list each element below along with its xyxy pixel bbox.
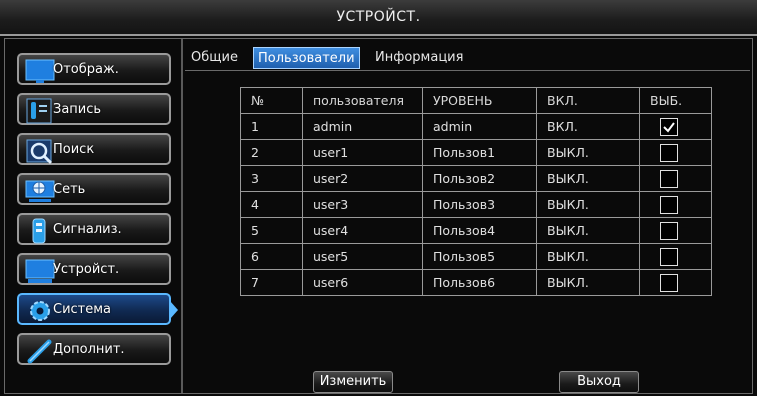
tools-icon — [27, 339, 52, 364]
cell-number: 4 — [240, 191, 303, 218]
column-header-select: ВЫБ. — [639, 87, 712, 114]
edit-button[interactable]: Изменить — [313, 371, 393, 393]
cell-username: user2 — [302, 165, 423, 192]
sidebar-item-label: Поиск — [53, 142, 95, 157]
cell-username: admin — [302, 113, 423, 140]
cell-number: 1 — [240, 113, 303, 140]
cell-state: ВЫКЛ. — [536, 217, 640, 244]
cell-level: Пользов5 — [422, 243, 537, 270]
record-icon — [26, 98, 52, 124]
sidebar-item-label: Дополнит. — [53, 342, 125, 357]
cell-state: ВЫКЛ. — [536, 165, 640, 192]
table-row[interactable]: 3 user2 Пользов2 ВЫКЛ. — [240, 165, 712, 192]
cell-number: 6 — [240, 243, 303, 270]
device-icon — [25, 259, 55, 283]
sidebar-item-advanced[interactable]: Дополнит. — [17, 333, 171, 365]
cell-state: ВКЛ. — [536, 113, 640, 140]
sidebar-item-record[interactable]: Запись — [17, 93, 171, 125]
sidebar-item-label: Отображ. — [53, 62, 119, 77]
sidebar-item-alarm[interactable]: Сигнализ. — [17, 213, 171, 245]
cell-level: Пользов2 — [422, 165, 537, 192]
sidebar-item-label: Запись — [53, 102, 102, 117]
alarm-icon — [32, 218, 46, 244]
table-row[interactable]: 5 user4 Пользов4 ВЫКЛ. — [240, 217, 712, 244]
tab-general[interactable]: Общие — [187, 47, 242, 69]
sidebar-item-search[interactable]: Поиск — [17, 133, 171, 165]
cell-username: user1 — [302, 139, 423, 166]
select-checkbox[interactable] — [660, 221, 678, 240]
users-panel: Общие Пользователи Информация № пользова… — [185, 39, 752, 393]
cell-select — [639, 243, 712, 270]
cell-username: user3 — [302, 191, 423, 218]
sidebar-item-label: Система — [53, 302, 112, 317]
table-header-row: № пользователя УРОВЕНЬ ВКЛ. ВЫБ. — [240, 87, 712, 114]
cell-level: Пользов1 — [422, 139, 537, 166]
cell-number: 2 — [240, 139, 303, 166]
table-row[interactable]: 6 user5 Пользов5 ВЫКЛ. — [240, 243, 712, 270]
sidebar: Отображ. Запись Поиск Сеть Сигнализ. Уст… — [5, 39, 181, 393]
table-row[interactable]: 7 user6 Пользов6 ВЫКЛ. — [240, 269, 712, 296]
select-checkbox[interactable] — [660, 143, 678, 162]
cell-select — [639, 217, 712, 244]
tab-divider — [185, 70, 750, 71]
cell-username: user4 — [302, 217, 423, 244]
select-checkbox[interactable] — [660, 195, 678, 214]
cell-number: 3 — [240, 165, 303, 192]
cell-username: user5 — [302, 243, 423, 270]
cell-level: Пользов4 — [422, 217, 537, 244]
monitor-icon — [25, 59, 55, 83]
cell-number: 7 — [240, 269, 303, 296]
select-checkbox[interactable] — [660, 169, 678, 188]
cell-state: ВЫКЛ. — [536, 243, 640, 270]
select-checkbox[interactable] — [660, 247, 678, 266]
checkmark-icon — [663, 121, 675, 133]
sidebar-item-system[interactable]: Система — [17, 293, 178, 325]
table-row[interactable]: 1 admin admin ВКЛ. — [240, 113, 712, 140]
sidebar-item-network[interactable]: Сеть — [17, 173, 171, 205]
column-header-number: № — [240, 87, 303, 114]
sidebar-item-label: Сигнализ. — [53, 222, 122, 237]
cell-state: ВЫКЛ. — [536, 191, 640, 218]
sidebar-item-display[interactable]: Отображ. — [17, 53, 171, 85]
table-row[interactable]: 4 user3 Пользов3 ВЫКЛ. — [240, 191, 712, 218]
users-table: № пользователя УРОВЕНЬ ВКЛ. ВЫБ. 1 admin a… — [240, 87, 712, 296]
window-title: УСТРОЙСТ. — [0, 0, 757, 36]
cell-state: ВЫКЛ. — [536, 269, 640, 296]
cell-level: Пользов3 — [422, 191, 537, 218]
select-checkbox[interactable] — [660, 117, 678, 136]
select-checkbox[interactable] — [660, 273, 678, 292]
cell-select — [639, 113, 712, 140]
cell-select — [639, 191, 712, 218]
tab-information[interactable]: Информация — [371, 47, 467, 69]
network-icon — [25, 180, 55, 202]
tab-users[interactable]: Пользователи — [253, 47, 360, 69]
exit-button[interactable]: Выход — [559, 371, 639, 393]
gear-icon — [30, 301, 50, 321]
sidebar-item-device[interactable]: Устройст. — [17, 253, 171, 285]
column-header-state: ВКЛ. — [536, 87, 640, 114]
main-frame: Отображ. Запись Поиск Сеть Сигнализ. Уст… — [4, 38, 753, 394]
sidebar-item-label: Устройст. — [53, 262, 120, 277]
column-header-level: УРОВЕНЬ — [422, 87, 537, 114]
cell-select — [639, 139, 712, 166]
table-row[interactable]: 2 user1 Пользов1 ВЫКЛ. — [240, 139, 712, 166]
sidebar-item-label: Сеть — [53, 182, 86, 197]
cell-select — [639, 269, 712, 296]
cell-level: admin — [422, 113, 537, 140]
sidebar-divider — [181, 39, 183, 393]
cell-username: user6 — [302, 269, 423, 296]
cell-level: Пользов6 — [422, 269, 537, 296]
cell-select — [639, 165, 712, 192]
cell-number: 5 — [240, 217, 303, 244]
cell-state: ВЫКЛ. — [536, 139, 640, 166]
search-icon — [26, 139, 53, 165]
column-header-user: пользователя — [302, 87, 423, 114]
